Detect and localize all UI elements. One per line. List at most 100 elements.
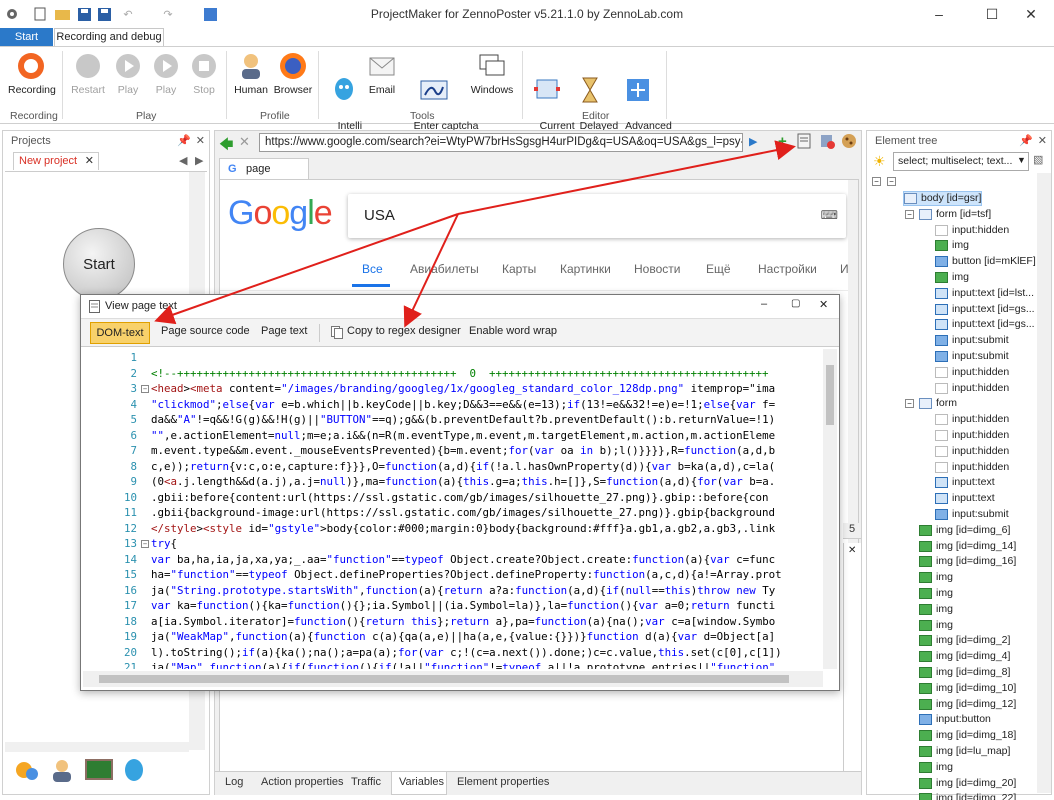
tab-right-arrow-icon[interactable]: ▶: [195, 154, 203, 167]
database-icon[interactable]: [819, 133, 835, 152]
enable-word-wrap-button[interactable]: Enable word wrap: [469, 325, 557, 337]
tree-node[interactable]: input:hidden: [935, 444, 1009, 459]
dialog-minimize-button[interactable]: –: [761, 298, 767, 310]
tree-node[interactable]: img: [919, 760, 953, 775]
chevron-down-icon[interactable]: ▼: [1017, 155, 1026, 165]
element-filter-select[interactable]: select; multiselect; text...: [893, 152, 1029, 171]
horizontal-scrollbar[interactable]: [5, 742, 189, 752]
play-step-button[interactable]: Play: [148, 51, 184, 96]
copy-to-regex-designer-button[interactable]: Copy to regex designer: [347, 325, 461, 337]
tree-scrollbar[interactable]: [1037, 173, 1051, 793]
tree-node[interactable]: input:submit: [935, 507, 1009, 522]
go-arrow-icon[interactable]: ▶: [749, 135, 757, 148]
tab-start[interactable]: Start: [0, 28, 53, 46]
dialog-close-button[interactable]: ✕: [819, 298, 828, 311]
code-vertical-scrollbar[interactable]: [823, 349, 837, 669]
tree-node[interactable]: input:submit: [935, 349, 1009, 364]
collapse-node-icon[interactable]: −: [905, 209, 914, 219]
tree-node[interactable]: img [id=dimg_4]: [919, 649, 1010, 664]
back-arrow-icon[interactable]: 🡄: [219, 134, 233, 158]
tree-node[interactable]: img [id=dimg_8]: [919, 665, 1010, 680]
scroll-thumb[interactable]: [826, 365, 834, 425]
close-side-panel-icon[interactable]: ✕: [848, 545, 856, 556]
tab-new-project[interactable]: New project ✕: [13, 152, 99, 170]
tree-node[interactable]: form [id=tsf]: [919, 207, 991, 222]
restart-button[interactable]: Restart: [68, 51, 108, 96]
tree-node[interactable]: input:text: [935, 491, 995, 506]
email-button[interactable]: Email: [366, 51, 398, 96]
tab-page[interactable]: G page: [219, 158, 309, 180]
tab-element-properties[interactable]: Element properties: [457, 776, 549, 788]
chalkboard-icon[interactable]: [85, 757, 113, 786]
tree-node[interactable]: input:hidden: [935, 223, 1009, 238]
gears-icon[interactable]: [13, 757, 39, 786]
close-panel-icon[interactable]: ✕: [1038, 131, 1047, 151]
close-panel-icon[interactable]: ✕: [196, 131, 205, 151]
tab-left-arrow-icon[interactable]: ◀: [179, 154, 187, 167]
tab-settings[interactable]: Настройки: [758, 262, 817, 276]
tree-node[interactable]: img: [919, 570, 953, 585]
tree-node[interactable]: input:submit: [935, 333, 1009, 348]
browser-button[interactable]: Browser: [272, 51, 314, 96]
tab-all[interactable]: Все: [362, 262, 383, 276]
tab-maps[interactable]: Карты: [502, 262, 536, 276]
tree-node[interactable]: input:hidden: [935, 365, 1009, 380]
tab-log[interactable]: Log: [225, 776, 243, 788]
tree-node[interactable]: img [id=dimg_2]: [919, 633, 1010, 648]
tree-node[interactable]: img [id=dimg_16]: [919, 554, 1016, 569]
tree-node[interactable]: img: [935, 270, 969, 285]
tree-node[interactable]: button [id=mKlEF]: [935, 254, 1036, 269]
highlight-icon[interactable]: ☀: [873, 153, 886, 170]
tree-node[interactable]: img: [919, 586, 953, 601]
side-panel-tab[interactable]: 5: [843, 523, 861, 539]
tab-tools[interactable]: И: [840, 262, 849, 276]
tab-traffic[interactable]: Traffic: [351, 776, 381, 788]
start-node[interactable]: Start: [63, 228, 135, 300]
recording-button[interactable]: Recording: [8, 51, 56, 96]
expand-root-icon[interactable]: −: [872, 177, 881, 186]
page-source-code-button[interactable]: Page source code: [161, 325, 250, 337]
stop-button[interactable]: Stop: [186, 51, 222, 96]
user-icon[interactable]: [49, 757, 75, 786]
minimize-button[interactable]: –: [916, 0, 962, 28]
stop-loading-icon[interactable]: ✕: [239, 134, 250, 150]
keyboard-icon[interactable]: ⌨: [821, 208, 838, 222]
tab-news[interactable]: Новости: [634, 262, 680, 276]
close-button[interactable]: ✕: [1008, 0, 1054, 28]
tree-node[interactable]: img [id=dimg_6]: [919, 523, 1010, 538]
expand-doc-icon[interactable]: −: [887, 177, 896, 186]
cookie-icon[interactable]: [841, 133, 857, 152]
play-button[interactable]: Play: [110, 51, 146, 96]
tree-node[interactable]: input:hidden: [935, 428, 1009, 443]
tab-recording-and-debug[interactable]: Recording and debug: [54, 28, 164, 46]
tab-images[interactable]: Картинки: [560, 262, 611, 276]
tree-node[interactable]: input:hidden: [935, 412, 1009, 427]
dom-text-button[interactable]: DOM-text: [90, 322, 150, 344]
tree-node[interactable]: img [id=dimg_22]: [919, 791, 1016, 800]
fold-marker-icon[interactable]: −: [141, 385, 149, 393]
close-tab-icon[interactable]: ✕: [85, 153, 94, 170]
url-input[interactable]: https://www.google.com/search?ei=WtyPW7b…: [259, 133, 743, 152]
collapse-node-icon[interactable]: −: [905, 399, 914, 409]
alien-icon[interactable]: [121, 757, 147, 786]
tree-node[interactable]: img: [919, 602, 953, 617]
tree-node[interactable]: img [id=dimg_14]: [919, 539, 1016, 554]
pin-icon[interactable]: 📌: [1019, 131, 1033, 151]
tree-node[interactable]: body [id=gsr]: [903, 191, 983, 206]
tree-node[interactable]: img [id=dimg_20]: [919, 776, 1016, 791]
google-logo[interactable]: Google: [228, 194, 333, 233]
search-box[interactable]: USA ⌨: [348, 194, 846, 238]
tree-node[interactable]: input:hidden: [935, 381, 1009, 396]
tree-node[interactable]: input:text [id=lst...: [935, 286, 1034, 301]
tree-node[interactable]: input:button: [919, 712, 991, 727]
tree-node[interactable]: img [id=lu_map]: [919, 744, 1010, 759]
tree-node[interactable]: img [id=dimg_10]: [919, 681, 1016, 696]
fold-marker-icon[interactable]: −: [141, 540, 149, 548]
page-text-icon[interactable]: [797, 133, 811, 152]
page-text-button[interactable]: Page text: [261, 325, 307, 337]
tree-node[interactable]: input:text: [935, 475, 995, 490]
code-editor[interactable]: 1 2 <!--++++++++++++++++++++++++++++++++++…: [83, 349, 821, 669]
tab-variables[interactable]: Variables: [399, 776, 444, 788]
tab-action-properties[interactable]: Action properties: [261, 776, 344, 788]
add-icon[interactable]: +: [778, 133, 787, 150]
